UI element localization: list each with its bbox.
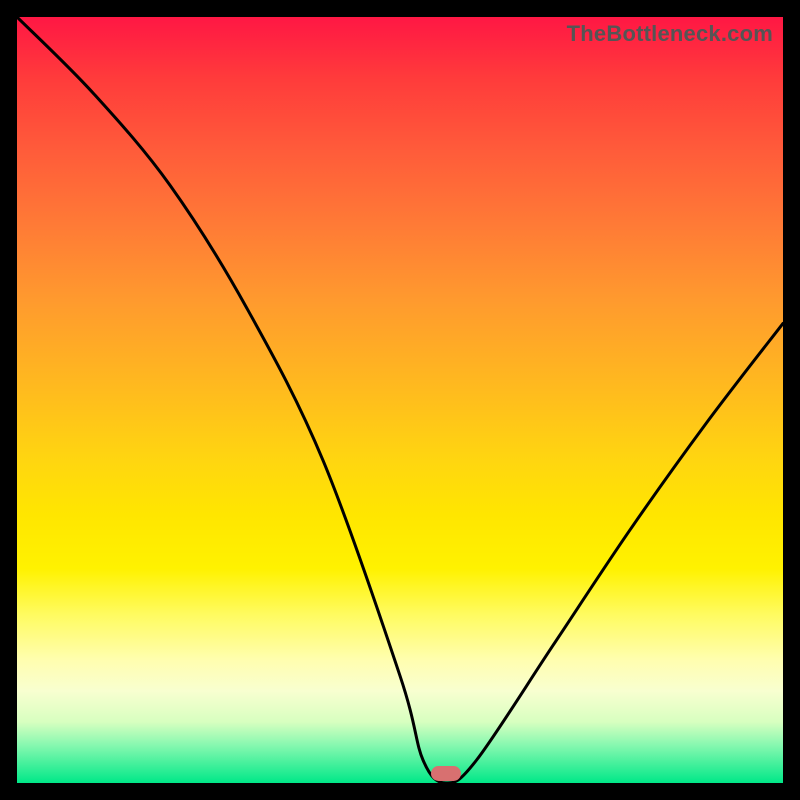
optimal-marker [431,766,462,781]
curve-svg [17,17,783,783]
plot-area: TheBottleneck.com [17,17,783,783]
bottleneck-curve-path [17,17,783,783]
chart-container: TheBottleneck.com [0,0,800,800]
